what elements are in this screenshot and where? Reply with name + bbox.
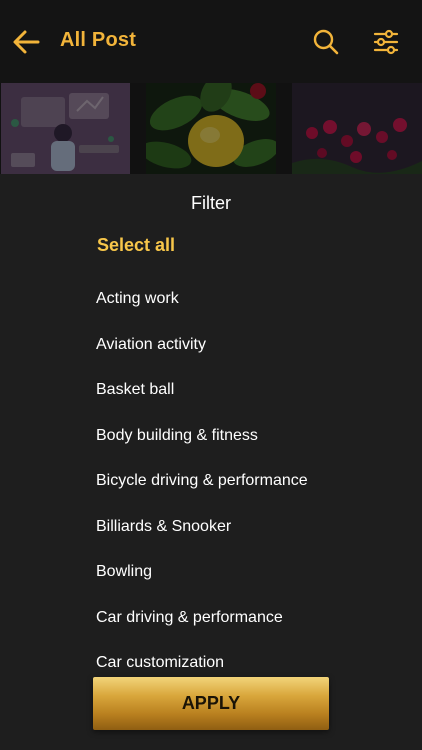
filter-item-aviation-activity[interactable]: Aviation activity (96, 336, 416, 382)
filter-category-list: Acting work Aviation activity Basket bal… (96, 290, 416, 700)
search-button[interactable] (312, 28, 340, 56)
select-all-button[interactable]: Select all (97, 235, 175, 256)
app-screen: All Post Filter Select all Acting work A… (0, 0, 422, 750)
filter-button[interactable] (372, 28, 400, 56)
thumbnail-dim-overlay (1, 83, 130, 174)
page-title: All Post (60, 29, 137, 51)
back-button[interactable] (11, 27, 41, 57)
post-thumbnail[interactable] (292, 83, 422, 174)
thumbnail-dim-overlay (146, 83, 276, 174)
search-icon (313, 29, 339, 55)
sliders-icon (373, 29, 399, 55)
post-thumbnail[interactable] (1, 83, 130, 174)
filter-item-basket-ball[interactable]: Basket ball (96, 381, 416, 427)
filter-item-billiards-snooker[interactable]: Billiards & Snooker (96, 518, 416, 564)
filter-panel: Filter Select all Acting work Aviation a… (0, 174, 422, 750)
filter-item-car-driving-performance[interactable]: Car driving & performance (96, 609, 416, 655)
thumbnail-dim-overlay (292, 83, 422, 174)
filter-title: Filter (191, 193, 231, 213)
filter-item-bicycle-driving-performance[interactable]: Bicycle driving & performance (96, 472, 416, 518)
filter-item-bowling[interactable]: Bowling (96, 563, 416, 609)
top-bar: All Post (0, 0, 422, 83)
apply-button[interactable]: APPLY (93, 677, 329, 730)
post-thumbnail[interactable] (146, 83, 276, 174)
post-thumbnails (0, 83, 422, 174)
filter-item-acting-work[interactable]: Acting work (96, 290, 416, 336)
filter-item-body-building-fitness[interactable]: Body building & fitness (96, 427, 416, 473)
arrow-left-icon (13, 30, 40, 54)
